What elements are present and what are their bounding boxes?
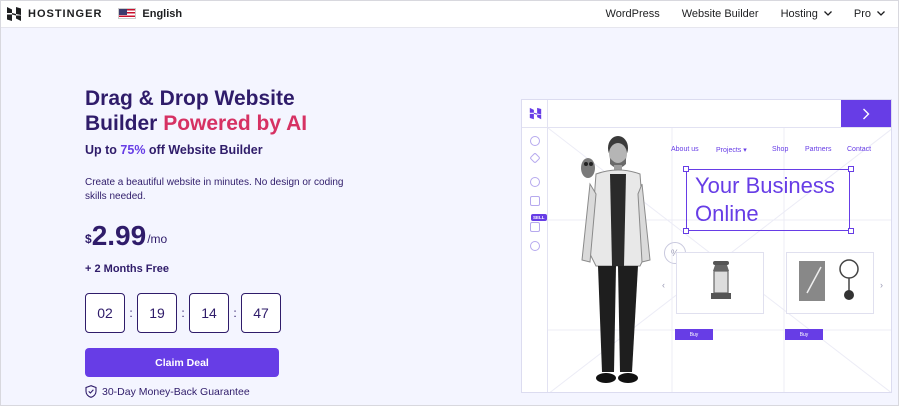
mockup-next-button (841, 100, 891, 127)
brand-logo[interactable]: HOSTINGER (6, 6, 102, 22)
chevron-right-icon (863, 108, 870, 119)
hero-subtitle: Up to 75% off Website Builder (85, 143, 263, 157)
language-selector[interactable]: English (118, 8, 182, 20)
hero-title: Drag & Drop Website Builder Powered by A… (85, 86, 385, 136)
top-nav: HOSTINGER English WordPress Website Buil… (0, 0, 899, 28)
mockup-menu-item: Shop (772, 146, 789, 153)
mockup-menu-item: About us (671, 146, 699, 153)
discount-percent: 75% (120, 143, 146, 157)
timer-hours: 19 (137, 293, 177, 333)
mockup-headline: Your Business Online (686, 169, 850, 231)
cart-icon (530, 222, 540, 232)
countdown-timer: 02 : 19 : 14 : 47 (85, 293, 281, 333)
shield-check-icon (85, 385, 97, 398)
mockup-menu-item: Partners (805, 146, 832, 153)
nav-link-hosting-label: Hosting (780, 7, 818, 20)
nav-link-pro-label: Pro (853, 7, 871, 20)
resize-handle (848, 166, 854, 172)
notebook-icon (799, 259, 859, 301)
mockup-buy-button: Buy (785, 329, 823, 340)
sell-badge: SELL (531, 214, 547, 221)
money-back-guarantee: 30-Day Money-Back Guarantee (85, 385, 250, 398)
nav-links: WordPress Website Builder Hosting Pro (606, 8, 893, 20)
price-period: /mo (147, 232, 168, 246)
timer-seconds: 47 (241, 293, 281, 333)
edit-icon (530, 196, 540, 206)
timer-days: 02 (85, 293, 125, 333)
mockup-buy-button: Buy (675, 329, 713, 340)
builder-mockup-image: SELL About us Projects ▾ Shop Partners C… (521, 99, 892, 393)
nav-link-hosting[interactable]: Hosting (781, 8, 832, 20)
mockup-headline-line2: Online (695, 201, 759, 226)
timer-separator: : (181, 306, 185, 320)
timer-separator: : (233, 306, 237, 320)
mockup-headline-line1: Your Business (695, 173, 835, 198)
chevron-down-icon (877, 11, 885, 16)
chevron-down-icon (823, 11, 832, 16)
mockup-topbar (522, 100, 891, 128)
subtitle-suffix: off Website Builder (145, 143, 263, 157)
language-label: English (142, 7, 183, 20)
subtitle-prefix: Up to (85, 143, 121, 157)
hero-title-line1: Drag & Drop Website (85, 87, 295, 110)
mockup-menu-item: Contact (847, 146, 872, 153)
hero-description: Create a beautiful website in minutes. N… (85, 177, 344, 202)
us-flag-icon (118, 8, 137, 19)
hero-title-line2: Builder (85, 112, 164, 135)
product-card-notebook (786, 252, 874, 314)
resize-handle (683, 228, 689, 234)
hostinger-logo-icon (529, 107, 542, 120)
hero-title-accent: Powered by AI (163, 112, 308, 135)
resize-handle (848, 228, 854, 234)
lantern-icon (711, 261, 731, 299)
claim-deal-button[interactable]: Claim Deal (85, 348, 279, 377)
chevron-right-icon: › (880, 280, 883, 290)
person-with-owl-photo (581, 136, 651, 383)
nav-link-website-builder[interactable]: Website Builder (682, 8, 759, 20)
mockup-menu-item: Projects ▾ (716, 147, 747, 154)
ai-icon (530, 241, 540, 251)
hostinger-logo-icon (7, 6, 21, 21)
palette-icon (530, 177, 540, 187)
guarantee-label: 30-Day Money-Back Guarantee (102, 385, 250, 398)
plus-icon (530, 136, 540, 146)
price: $ 2.99 /mo (85, 222, 167, 250)
resize-handle (683, 166, 689, 172)
chevron-left-icon: ‹ (662, 280, 665, 290)
bonus-text: + 2 Months Free (85, 263, 170, 275)
timer-separator: : (129, 306, 133, 320)
product-card-lantern (676, 252, 764, 314)
nav-link-pro[interactable]: Pro (854, 8, 885, 20)
brand-name: HOSTINGER (28, 7, 103, 20)
price-amount: 2.99 (91, 220, 147, 251)
price-currency: $ (85, 232, 92, 246)
nav-link-wordpress[interactable]: WordPress (606, 8, 660, 20)
timer-minutes: 14 (189, 293, 229, 333)
